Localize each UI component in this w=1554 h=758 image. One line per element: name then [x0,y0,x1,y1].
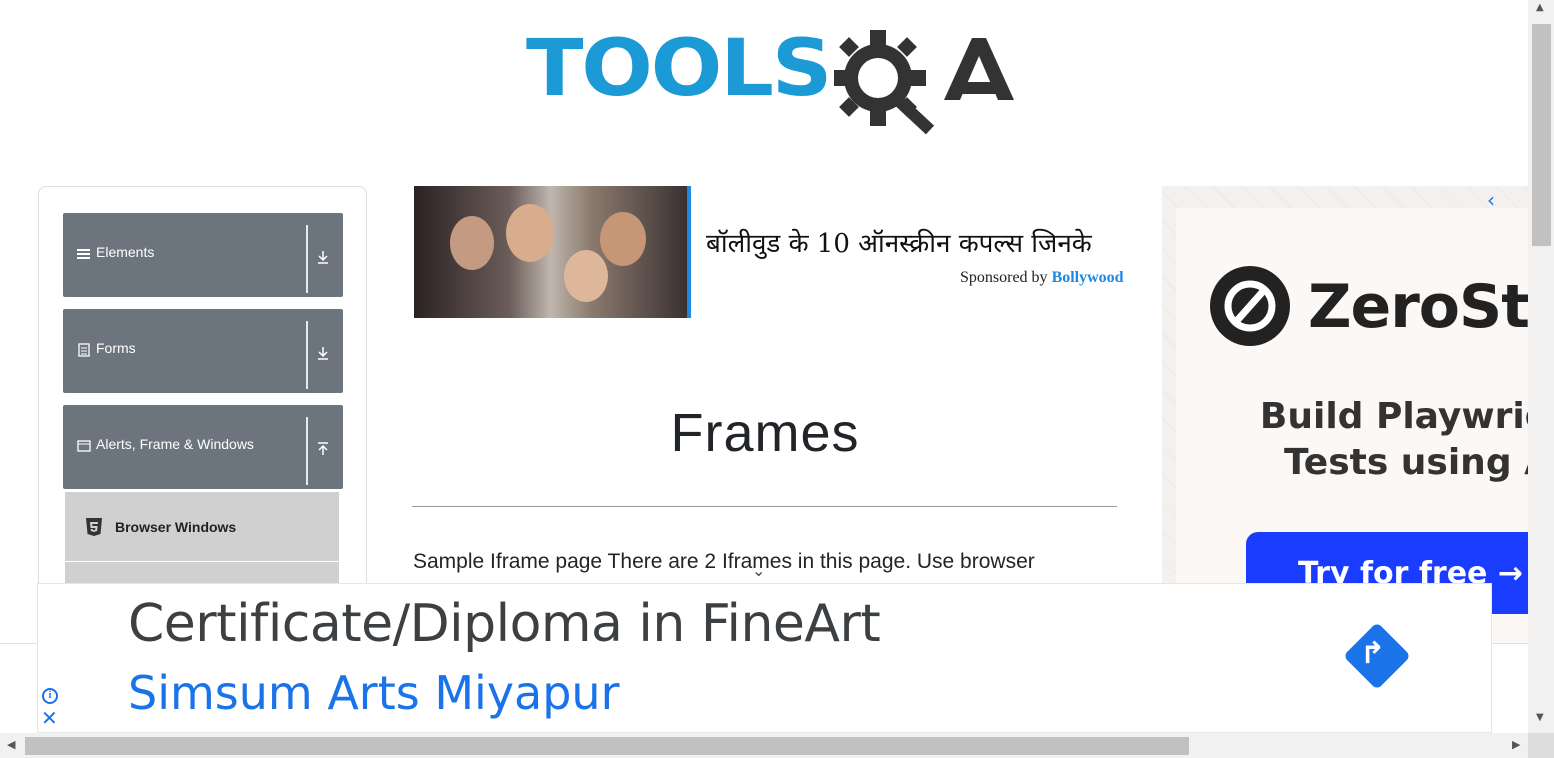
photo-face [506,204,554,262]
sponsored-by[interactable]: Sponsored by Bollywood [960,269,1124,287]
divider [306,225,308,293]
logo-gear-qa-icon [834,30,1014,135]
close-icon[interactable]: ✕ [41,708,58,728]
right-ad[interactable]: ZeroSte Build Playwrigh Tests using A Tr… [1162,186,1528,643]
chevron-down-icon: ⌄ [752,561,766,580]
divider [412,506,1117,507]
ad-headline: Build Playwrigh Tests using A [1258,394,1528,486]
sidebar-group-label: Forms [96,340,136,356]
sidebar-item-browser-windows[interactable]: Browser Windows [65,491,339,561]
scroll-down-icon[interactable]: ▼ [1536,712,1544,723]
toolsqa-logo[interactable]: TOOLS [524,22,1014,137]
photo-face [600,212,646,266]
sidebar-group-label: Alerts, Frame & Windows [96,436,254,452]
sidebar: Elements Forms Alerts, Frame & Windows B… [38,186,367,606]
scrollbar-thumb[interactable] [25,737,1189,755]
download-icon[interactable] [316,249,330,265]
page-description: Sample Iframe page There are 2 Iframes i… [413,550,1035,573]
banner-subtitle[interactable]: Simsum Arts Miyapur [128,666,620,720]
scrollbar-thumb[interactable] [1532,24,1551,246]
divider [306,417,308,485]
ad-brand: ZeroSte [1308,272,1528,342]
divider [306,321,308,389]
adchoices-chevron-icon[interactable]: ‹ [1487,188,1495,212]
document-icon [78,343,90,357]
sidebar-group-elements[interactable]: Elements [63,213,343,297]
scroll-left-icon[interactable]: ◀ [7,738,15,751]
window-icon [77,440,91,452]
zerostep-logo-icon [1210,266,1290,346]
logo-text-tools: TOOLS [526,24,832,114]
upload-icon[interactable] [316,441,330,457]
sidebar-group-label: Elements [96,244,155,260]
page-title: Frames [670,403,860,463]
scroll-up-icon[interactable]: ▲ [1536,2,1544,13]
sidebar-group-alerts-frame-windows[interactable]: Alerts, Frame & Windows [63,405,343,489]
vertical-scrollbar[interactable]: ▲ ▼ [1528,0,1554,733]
ad-headline-line: Tests using A [1284,442,1528,483]
scrollbar-corner [1528,733,1554,758]
info-icon[interactable]: i [42,688,58,704]
turn-right-arrow-icon: ↱ [1360,636,1386,671]
html5-icon [86,518,102,536]
scroll-right-icon[interactable]: ▶ [1512,738,1520,751]
banner-title[interactable]: Certificate/Diploma in FineArt [128,594,881,654]
sponsored-headline[interactable]: बॉलीवुड के 10 ऑनस्क्रीन कपल्स जिनके [706,224,1161,260]
download-icon[interactable] [316,345,330,361]
horizontal-scrollbar[interactable]: ◀ ▶ [0,733,1528,758]
sidebar-item-label: Browser Windows [115,519,237,535]
hamburger-icon [77,249,90,259]
bottom-banner-ad[interactable]: Certificate/Diploma in FineArt Simsum Ar… [37,583,1492,733]
photo-face [450,216,494,270]
sidebar-group-forms[interactable]: Forms [63,309,343,393]
sponsored-by-prefix: Sponsored by [960,269,1048,286]
sponsored-brand[interactable]: Bollywood [1052,269,1124,286]
photo-face [564,250,608,302]
ad-headline-line: Build Playwrigh [1259,396,1528,437]
sponsored-image[interactable] [414,186,691,318]
page: TOOLS Elements Forms Alerts, Frame & Win… [0,0,1554,758]
